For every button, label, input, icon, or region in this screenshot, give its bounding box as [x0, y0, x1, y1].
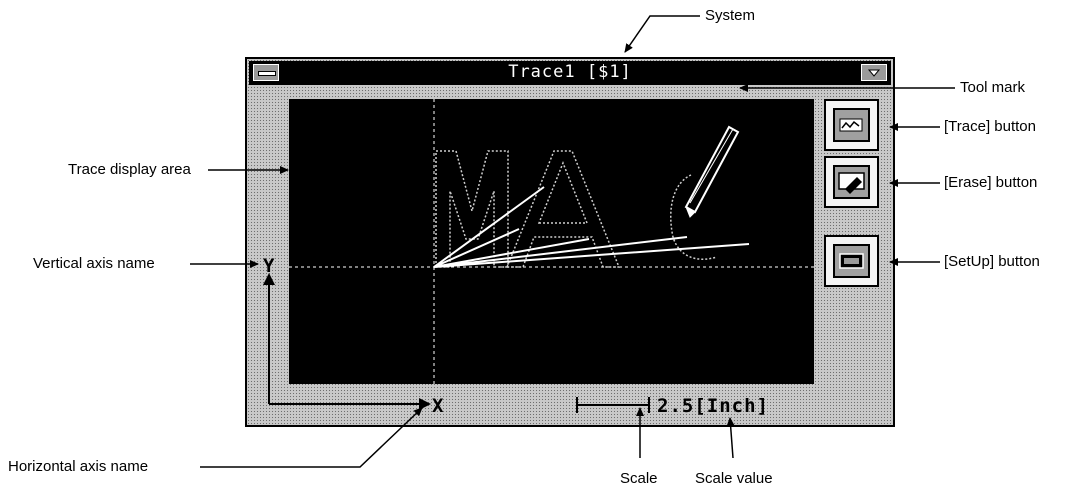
- callout-trace-button: [Trace] button: [944, 118, 1036, 135]
- callout-scale-value: Scale value: [695, 470, 773, 487]
- callout-scale: Scale: [620, 470, 658, 487]
- callout-system: System: [705, 7, 756, 24]
- callout-setup-button: [SetUp] button: [944, 253, 1040, 270]
- callout-erase-button: [Erase] button: [944, 174, 1038, 191]
- callout-vertical-axis-name: Vertical axis name: [33, 255, 155, 272]
- callout-leaders: [190, 15, 955, 468]
- callout-horizontal-axis-name: Horizontal axis name: [8, 458, 149, 475]
- callout-tool-mark: Tool mark: [960, 79, 1026, 96]
- callout-trace-display-area: Trace display area: [68, 161, 191, 178]
